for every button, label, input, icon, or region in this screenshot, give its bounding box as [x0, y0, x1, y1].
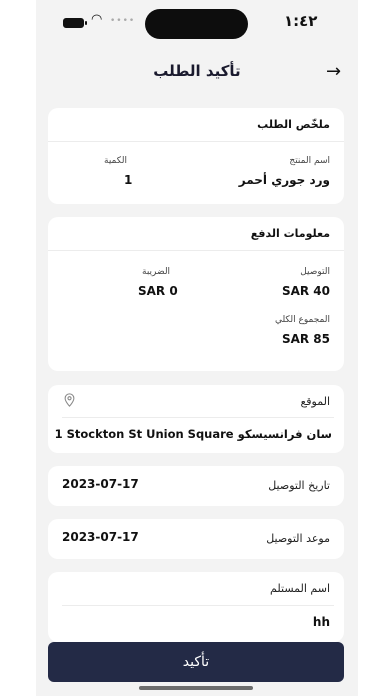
signal-icon: ••••: [110, 16, 136, 26]
tax-value: SAR 0: [138, 284, 178, 298]
location-value: 1 Stockton St Union Square سان فرانسيسكو: [54, 427, 332, 441]
recipient-card[interactable]: اسم المستلم hh: [48, 572, 344, 642]
confirm-button[interactable]: تأكيد: [48, 642, 344, 682]
header: تأكيد الطلب →: [36, 46, 358, 96]
status-time: ١:٤٢: [284, 12, 318, 30]
dynamic-island: [145, 9, 248, 39]
battery-icon: [63, 18, 87, 28]
order-summary-card: ملخّص الطلب اسم المنتج ورد جوري أحمر الك…: [48, 108, 344, 204]
order-summary-title: ملخّص الطلب: [48, 108, 344, 142]
delivery-time-value: 2023-07-17: [62, 530, 139, 544]
tax-label: الضريبة: [142, 267, 171, 277]
payment-info-card: معلومات الدفع التوصيل SAR 40 الضريبة SAR…: [48, 217, 344, 371]
delivery-fee-value: SAR 40: [281, 284, 330, 298]
product-name-value: ورد جوري أحمر: [238, 173, 330, 187]
payment-info-title: معلومات الدفع: [48, 217, 344, 251]
quantity-value: 1: [124, 173, 133, 187]
location-pin-icon: [64, 393, 75, 407]
location-card[interactable]: الموقع 1 Stockton St Union Square سان فر…: [48, 385, 344, 453]
quantity-label: الكمية: [104, 156, 127, 166]
delivery-date-label: تاريخ التوصيل: [268, 479, 330, 492]
status-bar: ◠ •••• ١:٤٢: [36, 0, 358, 46]
total-value: SAR 85: [281, 332, 330, 346]
delivery-date-value: 2023-07-17: [62, 477, 139, 491]
total-label: المجموع الكلي: [274, 315, 330, 325]
delivery-time-label: موعد التوصيل: [266, 532, 330, 545]
page-title: تأكيد الطلب: [153, 62, 241, 80]
phone-screen: ◠ •••• ١:٤٢ تأكيد الطلب → ملخّص الطلب اس…: [36, 0, 358, 696]
recipient-value: hh: [312, 615, 330, 629]
delivery-time-field[interactable]: موعد التوصيل 2023-07-17: [48, 519, 344, 559]
home-indicator: [139, 686, 253, 690]
location-label: الموقع: [300, 395, 330, 408]
wifi-icon: ◠: [91, 12, 103, 27]
delivery-date-field[interactable]: تاريخ التوصيل 2023-07-17: [48, 466, 344, 506]
product-name-label: اسم المنتج: [289, 156, 330, 166]
recipient-label: اسم المستلم: [270, 582, 330, 595]
delivery-fee-label: التوصيل: [300, 267, 330, 277]
arrow-right-icon[interactable]: →: [326, 61, 341, 82]
